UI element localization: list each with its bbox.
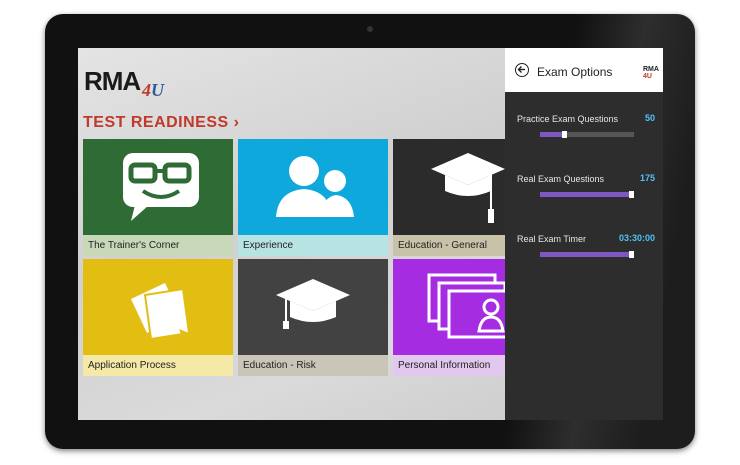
- tile-art: [83, 139, 233, 235]
- tile-label: The Trainer's Corner: [83, 235, 233, 256]
- slider-thumb[interactable]: [562, 131, 567, 138]
- real-exam-timer-value: 03:30:00: [618, 233, 655, 243]
- tile-application-process[interactable]: Application Process: [83, 259, 233, 376]
- logo-sub-text: 4U: [142, 80, 164, 101]
- panel-header: Exam Options RMA 4U: [505, 48, 663, 92]
- slider-fill: [540, 192, 630, 197]
- real-exam-questions-label: Real Exam Questions: [517, 174, 605, 184]
- panel-title: Exam Options: [537, 65, 613, 79]
- back-arrow-icon[interactable]: [515, 63, 529, 77]
- mini-logo-main: RMA: [643, 66, 659, 73]
- slider-fill: [540, 132, 563, 137]
- slider-thumb[interactable]: [629, 251, 634, 258]
- tile-label: Experience: [238, 235, 388, 256]
- practice-exam-questions-label: Practice Exam Questions: [517, 114, 619, 124]
- tile-trainers-corner[interactable]: The Trainer's Corner: [83, 139, 233, 256]
- app-screen: RMA 4U TEST READINESS › The Trainer's Co…: [78, 48, 663, 420]
- people-icon: [276, 156, 354, 217]
- tile-experience[interactable]: Experience: [238, 139, 388, 256]
- tile-label: Education - Risk: [238, 355, 388, 376]
- practice-exam-questions-slider[interactable]: [540, 131, 634, 138]
- camera-icon: [367, 26, 373, 32]
- tile-education-risk[interactable]: Education - Risk: [238, 259, 388, 376]
- logo-sub-a: 4: [142, 80, 151, 100]
- slider-thumb[interactable]: [629, 191, 634, 198]
- real-exam-questions-value: 175: [639, 173, 655, 183]
- mini-logo-sub: 4U: [643, 73, 652, 80]
- tile-label: Application Process: [83, 355, 233, 376]
- graduation-cap-icon: [276, 279, 350, 329]
- real-exam-timer-label: Real Exam Timer: [517, 234, 587, 244]
- tile-art: [238, 259, 388, 355]
- logo-sub-b: U: [151, 80, 164, 100]
- logo-main-text: RMA: [84, 66, 141, 96]
- arrow-left-glyph: [517, 66, 525, 73]
- documents-icon: [131, 283, 191, 341]
- exam-options-panel: Exam Options RMA 4U Practice Exam Questio…: [505, 48, 663, 420]
- slider-fill: [540, 252, 630, 257]
- tile-art: [238, 139, 388, 235]
- tile-art: [83, 259, 233, 355]
- app-logo: RMA 4U: [84, 66, 174, 100]
- mini-logo: RMA 4U: [643, 66, 659, 80]
- practice-exam-questions-value: 50: [644, 113, 655, 123]
- glasses-face-speech-bubble-icon: [123, 153, 199, 221]
- section-title[interactable]: TEST READINESS ›: [83, 114, 239, 132]
- real-exam-questions-slider[interactable]: [540, 191, 634, 198]
- real-exam-timer-slider[interactable]: [540, 251, 634, 258]
